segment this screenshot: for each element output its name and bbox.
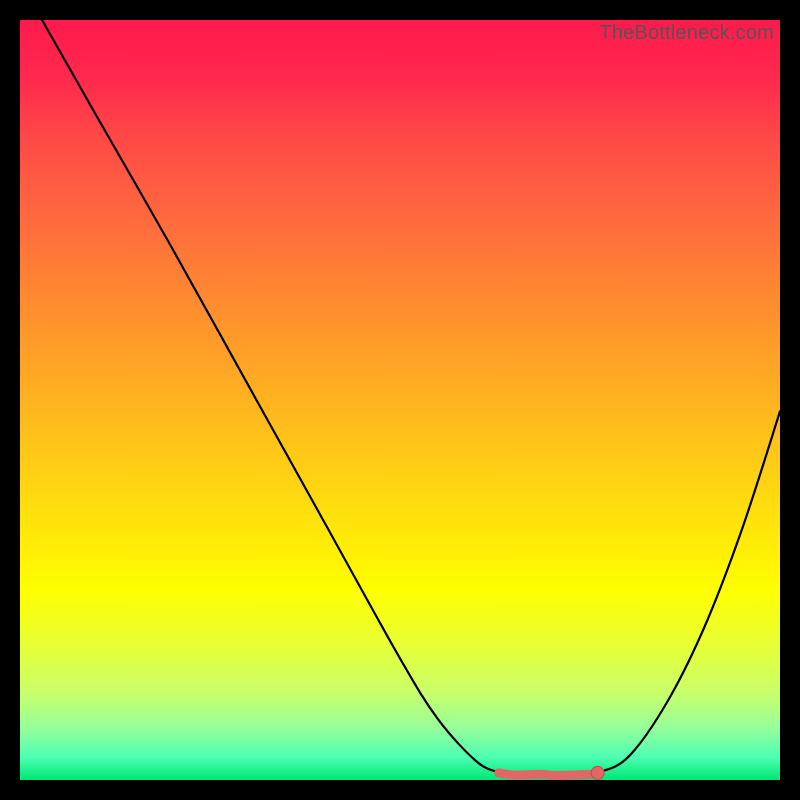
bottleneck-curve: [20, 20, 780, 780]
flat-segment-end-dot: [591, 766, 604, 779]
curve-path: [42, 20, 780, 775]
flat-segment: [499, 773, 598, 776]
watermark-text: TheBottleneck.com: [599, 22, 774, 45]
chart-frame: TheBottleneck.com: [20, 20, 780, 780]
plot-area: TheBottleneck.com: [20, 20, 780, 780]
